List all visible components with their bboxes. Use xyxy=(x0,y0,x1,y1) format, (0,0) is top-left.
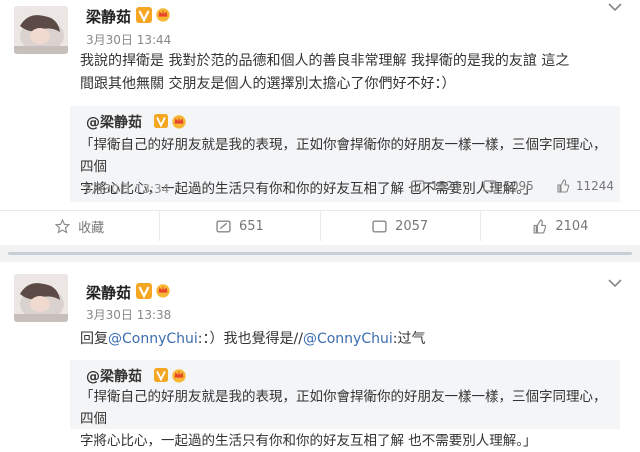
repost-stats: 1521 5095 11244 xyxy=(411,179,614,193)
reply-prefix: 回复 xyxy=(80,331,108,347)
post-content: 回复@ConnyChui:：）我也覺得是//@ConnyChui:过气 xyxy=(80,328,625,351)
repost-author[interactable]: @梁静茹 xyxy=(86,366,142,386)
verified-v-icon xyxy=(154,368,168,382)
post-action-bar: 收藏 651 2057 2104 xyxy=(0,210,640,241)
repost-text-line: 字將心比心，一起過的生活只有你和你的好友互相了解 也不需要別人理解。」 xyxy=(80,433,537,449)
verified-v-icon xyxy=(136,283,152,299)
separator-line xyxy=(8,252,632,255)
comment-icon xyxy=(483,180,497,192)
author-name[interactable]: 梁静茹 xyxy=(86,282,131,303)
author-name[interactable]: 梁静茹 xyxy=(86,6,131,27)
weibo-post-2: 梁静茹 3月30日 13:38 回复@ConnyChui:：）我也覺得是//@C… xyxy=(0,262,640,449)
chevron-down-icon[interactable] xyxy=(608,278,622,288)
weibo-post-1: 梁静茹 3月30日 13:44 我說的捍衛是 我對於范的品德和個人的善良非常理解… xyxy=(0,0,640,245)
thumbs-up-icon xyxy=(557,179,570,193)
post-separator xyxy=(0,245,640,262)
repost-text-line: 「捍衛自己的好朋友就是我的表現，正如你會捍衛你的好朋友一樣一樣，三個字同理心，四… xyxy=(80,137,607,175)
post-time[interactable]: 3月30日 13:44 xyxy=(86,31,171,48)
like-button[interactable]: 2104 xyxy=(481,211,640,241)
avatar[interactable] xyxy=(14,6,68,54)
post-content-line: 我說的捍衛是 我對於范的品德和個人的善良非常理解 我捍衛的是我的友誼 這之 xyxy=(80,53,570,69)
thumbs-up-icon xyxy=(533,218,547,234)
chevron-down-icon[interactable] xyxy=(608,2,622,12)
post-content-line: 間跟其他無關 交朋友是個人的選擇別太擔心了你們好不好：） xyxy=(80,76,456,92)
reply-suffix: :过气 xyxy=(392,331,426,347)
mention-link[interactable]: @ConnyChui xyxy=(303,331,393,347)
favorite-button[interactable]: 收藏 xyxy=(0,211,161,241)
like-count[interactable]: 11244 xyxy=(556,179,614,193)
vip-crown-icon xyxy=(156,8,170,22)
repost-count-value: 1521 xyxy=(430,179,462,193)
vip-crown-icon xyxy=(172,115,186,129)
comment-count[interactable]: 5095 xyxy=(483,179,534,193)
repost-icon xyxy=(411,180,425,192)
repost-icon xyxy=(216,219,231,233)
vip-crown-icon xyxy=(172,369,186,383)
avatar[interactable] xyxy=(14,274,68,322)
avatar-photo xyxy=(14,6,68,54)
comment-count-label: 2057 xyxy=(395,218,429,234)
repost-time[interactable]: 3月30日 13:34 xyxy=(84,180,169,197)
vip-crown-icon xyxy=(156,284,170,298)
post-content: 我說的捍衛是 我對於范的品德和個人的善良非常理解 我捍衛的是我的友誼 這之 間跟… xyxy=(80,50,625,96)
repost-box[interactable]: @梁静茹 「捍衛自己的好朋友就是我的表現，正如你會捍衛你的好朋友一樣一樣，三個字… xyxy=(70,106,620,202)
repost-text: 「捍衛自己的好朋友就是我的表現，正如你會捍衛你的好朋友一樣一樣，三個字同理心，四… xyxy=(80,386,610,452)
comment-count-value: 5095 xyxy=(503,179,534,193)
comment-button[interactable]: 2057 xyxy=(321,211,481,241)
repost-button[interactable]: 651 xyxy=(160,211,321,241)
repost-box[interactable]: @梁静茹 「捍衛自己的好朋友就是我的表現，正如你會捍衛你的好朋友一樣一樣，三個字… xyxy=(70,360,620,449)
comment-icon xyxy=(372,219,387,233)
favorite-label: 收藏 xyxy=(78,220,105,236)
star-icon xyxy=(55,218,71,234)
avatar-photo xyxy=(14,274,68,322)
reply-text: :：）我也覺得是// xyxy=(197,331,303,347)
like-count-value: 11244 xyxy=(575,179,614,193)
post-time[interactable]: 3月30日 13:38 xyxy=(86,306,171,323)
like-count-label: 2104 xyxy=(555,218,589,234)
repost-count[interactable]: 1521 xyxy=(411,179,462,193)
verified-v-icon xyxy=(136,7,152,23)
repost-text-line: 「捍衛自己的好朋友就是我的表現，正如你會捍衛你的好朋友一樣一樣，三個字同理心，四… xyxy=(80,389,607,427)
mention-link[interactable]: @ConnyChui xyxy=(108,331,198,347)
verified-v-icon xyxy=(154,114,168,128)
repost-author[interactable]: @梁静茹 xyxy=(86,112,142,132)
repost-count-label: 651 xyxy=(238,218,264,234)
